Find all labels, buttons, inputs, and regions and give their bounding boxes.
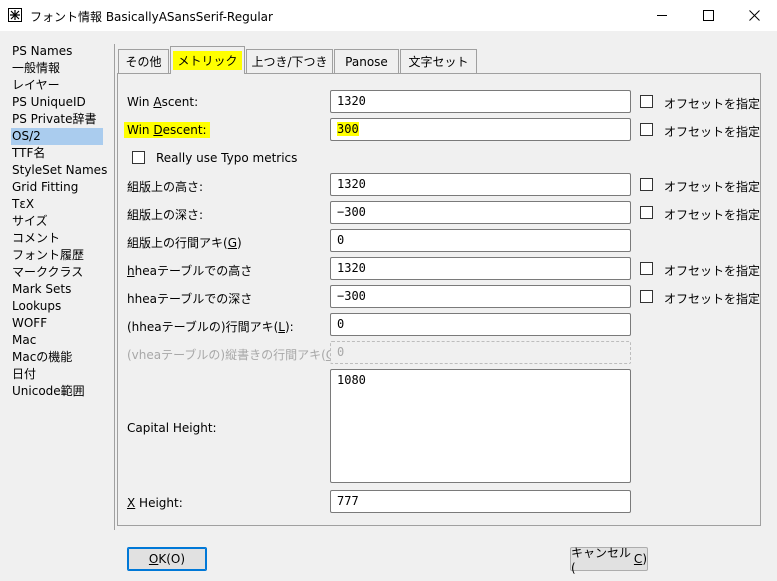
sidebar-item[interactable]: Grid Fitting (12, 179, 80, 196)
typo-descent-offset-checkbox[interactable] (640, 206, 653, 219)
capital-height-label: Capital Height: (127, 421, 217, 435)
cancel-button[interactable]: キャンセル(C) (570, 546, 648, 575)
tab-other[interactable]: その他 (118, 49, 169, 73)
hhea-descent-label: hheaテーブルでの深さ (127, 292, 253, 306)
hhea-ascent-field[interactable]: 1320 (330, 257, 631, 280)
sidebar-item[interactable]: TTF名 (12, 145, 47, 162)
vhea-linegap-field: 0 (330, 341, 631, 364)
fontforge-app-icon (8, 8, 22, 22)
win-ascent-offset-checkbox[interactable] (640, 95, 653, 108)
sidebar-item[interactable]: PS UniqueID (12, 94, 88, 111)
tab-metrics[interactable]: メトリック (170, 46, 245, 74)
sidebar-item[interactable]: PS Names (12, 43, 74, 60)
typo-ascent-label: 組版上の高さ: (127, 180, 204, 194)
capital-height-field[interactable]: 1080 (330, 369, 631, 483)
win-descent-label: Win Descent: (124, 122, 210, 138)
typo-descent-offset-label: オフセットを指定 (664, 208, 761, 222)
typo-ascent-offset-label: オフセットを指定 (664, 180, 761, 194)
hhea-descent-field[interactable]: −300 (330, 285, 631, 308)
tab-charset[interactable]: 文字セット (400, 49, 477, 73)
close-icon (748, 10, 760, 21)
minimize-icon (656, 15, 667, 16)
typo-linegap-field[interactable]: 0 (330, 229, 631, 252)
win-descent-offset-label: オフセットを指定 (664, 125, 761, 139)
sidebar-item[interactable]: WOFF (12, 315, 49, 332)
hhea-descent-offset-checkbox[interactable] (640, 290, 653, 303)
x-height-label: X Height: (127, 496, 183, 510)
hhea-linegap-label: (hheaテーブルの)行間アキ(L): (127, 320, 294, 334)
sidebar-item[interactable]: TεX (12, 196, 36, 213)
sidebar-item[interactable]: OS/2 (11, 128, 103, 145)
sidebar-item[interactable]: Lookups (12, 298, 63, 315)
x-height-field[interactable]: 777 (330, 490, 631, 513)
sidebar-item[interactable]: Mac (12, 332, 38, 349)
win-descent-field[interactable]: 300 (330, 118, 631, 141)
ok-button[interactable]: O K(O) (127, 547, 207, 571)
sidebar-item[interactable]: 日付 (12, 366, 38, 383)
really-use-typo-metrics-checkbox[interactable] (132, 151, 145, 164)
hhea-linegap-field[interactable]: 0 (330, 313, 631, 336)
minimize-button[interactable] (639, 0, 685, 31)
typo-ascent-field[interactable]: 1320 (330, 173, 631, 196)
sidebar-item[interactable]: Mark Sets (12, 281, 73, 298)
hhea-ascent-offset-checkbox[interactable] (640, 262, 653, 275)
maximize-icon (702, 10, 714, 21)
sidebar-item[interactable]: PS Private辞書 (12, 111, 99, 128)
tab-panose[interactable]: Panose (334, 49, 399, 73)
sidebar-item[interactable]: コメント (12, 230, 62, 247)
vhea-linegap-label: (vheaテーブルの)縦書きの行間アキ(C): (127, 348, 343, 362)
sidebar-item[interactable]: サイズ (12, 213, 50, 230)
hhea-descent-offset-label: オフセットを指定 (664, 292, 761, 306)
close-button[interactable] (731, 0, 777, 31)
sidebar-item[interactable]: Macの機能 (12, 349, 74, 366)
typo-ascent-offset-checkbox[interactable] (640, 178, 653, 191)
maximize-button[interactable] (685, 0, 731, 31)
hhea-ascent-label: hheaテーブルでの高さ (127, 264, 253, 278)
sidebar-item[interactable]: レイヤー (12, 77, 62, 94)
win-ascent-label: Win Ascent: (127, 95, 199, 109)
window-title: フォント情報 BasicallyASansSerif-Regular (30, 10, 273, 24)
sidebar-item[interactable]: Unicode範囲 (12, 383, 87, 400)
typo-linegap-label: 組版上の行間アキ(G) (127, 236, 242, 250)
sidebar-item[interactable]: フォント履歴 (12, 247, 86, 264)
tab-superscript-subscript[interactable]: 上つき/下つき (246, 49, 333, 73)
sidebar-item[interactable]: StyleSet Names (12, 162, 109, 179)
win-ascent-field[interactable]: 1320 (330, 90, 631, 113)
sidebar-item[interactable]: マーククラス (12, 264, 85, 281)
really-use-typo-metrics-label: Really use Typo metrics (156, 151, 298, 165)
win-descent-offset-checkbox[interactable] (640, 123, 653, 136)
sidebar-divider (114, 44, 115, 530)
sidebar-item[interactable]: 一般情報 (12, 60, 62, 77)
hhea-ascent-offset-label: オフセットを指定 (664, 264, 761, 278)
typo-descent-label: 組版上の深さ: (127, 208, 204, 222)
win-ascent-offset-label: オフセットを指定 (664, 97, 761, 111)
typo-descent-field[interactable]: −300 (330, 201, 631, 224)
